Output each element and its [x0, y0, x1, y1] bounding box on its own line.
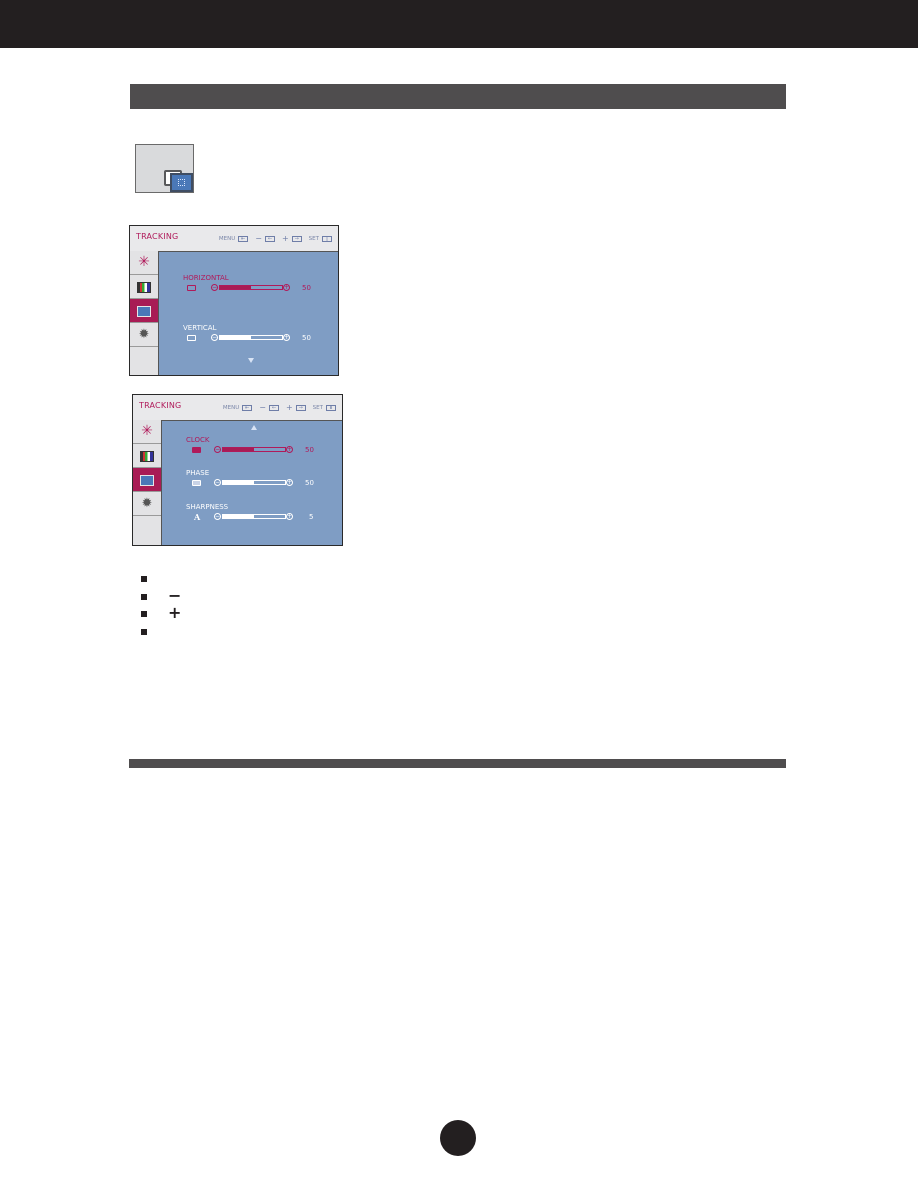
- menu-key-icon: ⇤: [242, 404, 253, 411]
- menu-key-label: MENU: [222, 404, 240, 411]
- clock-icon: [192, 447, 201, 453]
- phase-plus-button[interactable]: +: [286, 479, 293, 486]
- osd-sidebar: ✳ ✹: [133, 420, 162, 545]
- sidebar-item-color[interactable]: [133, 444, 161, 468]
- minus-key-icon: −: [168, 585, 182, 605]
- sharpness-icon: A: [194, 512, 201, 522]
- section-title-bar: [130, 84, 786, 109]
- osd-title: TRACKING: [136, 232, 179, 241]
- set-key-label: SET: [308, 235, 319, 242]
- horizontal-label: HORIZONTAL: [183, 274, 229, 282]
- bullet-icon: [141, 611, 147, 617]
- minus-key-label: −: [255, 234, 262, 243]
- osd-sidebar: ✳ ✹: [130, 251, 159, 375]
- tracking-icon: [140, 475, 154, 486]
- osd-panel-horizontal-vertical: TRACKING MENU ⇤ − ← + → SET ▯ ✳ ✹ HORIZO…: [129, 225, 339, 376]
- section-divider-bar: [129, 759, 786, 768]
- page-number-badge: [440, 1120, 476, 1156]
- gear-icon: ✹: [141, 496, 153, 511]
- scroll-down-arrow-icon[interactable]: [248, 358, 254, 363]
- vertical-value: 50: [302, 334, 311, 342]
- clock-label: CLOCK: [186, 436, 210, 444]
- right-arrow-key-icon: →: [291, 235, 302, 242]
- brightness-icon: ✳: [138, 254, 150, 270]
- vertical-minus-button[interactable]: −: [211, 334, 218, 341]
- clock-plus-button[interactable]: +: [286, 446, 293, 453]
- plus-key-label: +: [281, 234, 289, 243]
- vertical-slider[interactable]: [219, 335, 283, 340]
- set-key-label: SET: [312, 404, 323, 411]
- plus-key-icon: +: [168, 603, 182, 622]
- color-icon: [137, 282, 151, 293]
- bullet-icon: [141, 576, 147, 582]
- phase-icon: [192, 480, 201, 486]
- sharpness-plus-button[interactable]: +: [286, 513, 293, 520]
- minus-key-label: −: [259, 403, 266, 412]
- menu-key-icon: ⇤: [238, 235, 249, 242]
- sharpness-value: 5: [309, 513, 314, 521]
- osd-header: TRACKING MENU ⇤ − ← + → SET ▯: [130, 226, 338, 252]
- phase-slider-fill: [223, 481, 254, 484]
- horizontal-slider-fill: [220, 286, 251, 289]
- menu-key-label: MENU: [218, 235, 236, 242]
- phase-minus-button[interactable]: −: [214, 479, 221, 486]
- horizontal-icon: [187, 285, 196, 291]
- vertical-icon: [187, 335, 196, 341]
- osd-key-legend: MENU ⇤ − ← + → SET ⬇: [223, 403, 336, 412]
- clock-slider-fill: [223, 448, 254, 451]
- sidebar-item-brightness[interactable]: ✳: [133, 420, 161, 444]
- phase-value: 50: [305, 479, 314, 487]
- tracking-icon: [137, 306, 151, 317]
- set-key-icon: ▯: [322, 235, 332, 242]
- sidebar-item-color[interactable]: [130, 275, 158, 299]
- gear-icon: ✹: [138, 327, 150, 342]
- osd-panel-clock-phase-sharpness: TRACKING MENU ⇤ − ← + → SET ⬇ ✳ ✹ CLOCK …: [132, 394, 343, 546]
- sharpness-slider[interactable]: [222, 514, 286, 519]
- left-arrow-key-icon: ←: [268, 404, 279, 411]
- scroll-up-arrow-icon[interactable]: [251, 425, 257, 430]
- right-arrow-key-icon: →: [295, 404, 306, 411]
- tracking-icon: [170, 173, 193, 192]
- vertical-label: VERTICAL: [183, 324, 217, 332]
- sidebar-item-tracking[interactable]: [133, 468, 161, 492]
- sharpness-slider-fill: [223, 515, 254, 518]
- vertical-plus-button[interactable]: +: [283, 334, 290, 341]
- horizontal-minus-button[interactable]: −: [211, 284, 218, 291]
- sharpness-label: SHARPNESS: [186, 503, 229, 511]
- sidebar-item-setup[interactable]: ✹: [130, 323, 158, 347]
- color-icon: [140, 451, 154, 462]
- plus-key-label: +: [285, 403, 293, 412]
- phase-label: PHASE: [186, 469, 210, 477]
- osd-title: TRACKING: [139, 401, 182, 410]
- clock-slider[interactable]: [222, 447, 286, 452]
- sidebar-item-tracking[interactable]: [130, 299, 158, 323]
- horizontal-plus-button[interactable]: +: [283, 284, 290, 291]
- osd-content: CLOCK − + 50 PHASE − + 50 SHARPNESS A − …: [162, 421, 342, 545]
- bullet-icon: [141, 593, 147, 600]
- clock-minus-button[interactable]: −: [214, 446, 221, 453]
- brightness-icon: ✳: [141, 423, 153, 439]
- bullet-icon: [141, 628, 147, 635]
- tracking-menu-icon-box: [135, 144, 194, 193]
- phase-slider[interactable]: [222, 480, 286, 485]
- set-key-icon: ⬇: [326, 404, 336, 411]
- horizontal-value: 50: [302, 284, 311, 292]
- horizontal-slider[interactable]: [219, 285, 283, 290]
- top-banner: [0, 0, 918, 48]
- sidebar-item-brightness[interactable]: ✳: [130, 251, 158, 275]
- vertical-slider-fill: [220, 336, 251, 339]
- osd-header: TRACKING MENU ⇤ − ← + → SET ⬇: [133, 395, 342, 421]
- left-arrow-key-icon: ←: [264, 235, 275, 242]
- sidebar-item-setup[interactable]: ✹: [133, 492, 161, 516]
- osd-key-legend: MENU ⇤ − ← + → SET ▯: [219, 234, 332, 243]
- sharpness-minus-button[interactable]: −: [214, 513, 221, 520]
- osd-content: HORIZONTAL − + 50 VERTICAL − + 50: [159, 252, 338, 375]
- clock-value: 50: [305, 446, 314, 454]
